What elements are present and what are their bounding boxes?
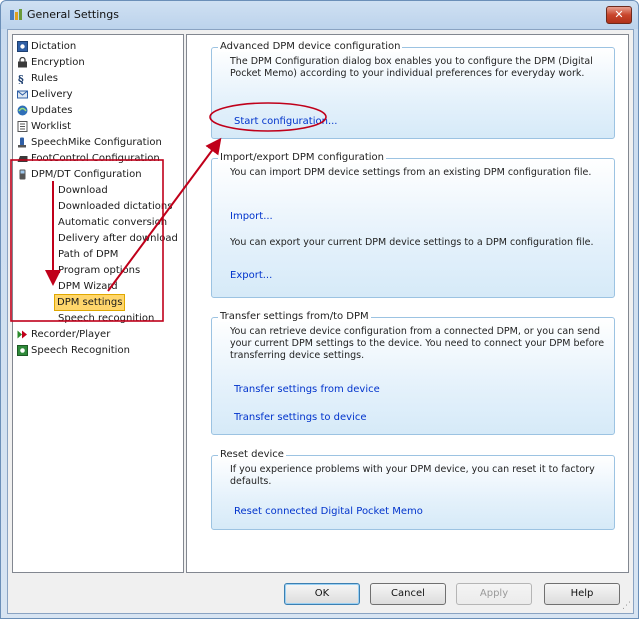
import-link[interactable]: Import... (230, 211, 273, 222)
tree-subitem-automatic-conversion[interactable]: Automatic conversion (58, 215, 167, 230)
window-title: General Settings (27, 8, 119, 21)
transfer-from-device-link[interactable]: Transfer settings from device (234, 384, 380, 395)
start-configuration-link[interactable]: Start configuration... (234, 116, 337, 127)
help-button[interactable]: Help (544, 583, 620, 605)
reset-description: If you experience problems with your DPM… (230, 464, 595, 487)
tree-subitem-downloaded-dictations[interactable]: Downloaded dictations (58, 199, 172, 214)
tree-item-label: DPM/DT Configuration (31, 169, 142, 180)
speechmike-icon (18, 137, 26, 148)
group-title: Advanced DPM device configuration (218, 41, 403, 52)
footcontrol-icon (17, 156, 28, 162)
transfer-to-device-link[interactable]: Transfer settings to device (234, 412, 367, 423)
tree-subitem-delivery-after-download[interactable]: Delivery after download (58, 231, 178, 246)
tree-subitem-download[interactable]: Download (58, 183, 108, 198)
group-description: The DPM Configuration dialog box enables… (230, 56, 593, 79)
tree-subitem-dpm-wizard[interactable]: DPM Wizard (58, 279, 118, 294)
tree-subitem-path-of-dpm[interactable]: Path of DPM (58, 247, 118, 262)
tree-item-label: SpeechMike Configuration (31, 137, 162, 148)
lock-icon (18, 57, 27, 68)
transfer-description: You can retrieve device configuration fr… (230, 326, 605, 361)
speech-recognition-icon (17, 345, 28, 356)
dpm-settings-panel: Advanced DPM device configuration The DP… (186, 34, 629, 573)
reset-dpm-link[interactable]: Reset connected Digital Pocket Memo (234, 506, 423, 517)
reset-device-group: Reset device If you experience problems … (211, 449, 615, 530)
tree-item-label: Dictation (31, 41, 77, 52)
import-export-group: Import/export DPM configuration You can … (211, 152, 615, 298)
import-description: You can import DPM device settings from … (230, 167, 592, 178)
play-icon (17, 330, 27, 339)
resize-grip[interactable]: ⋰ (622, 601, 631, 611)
ok-button[interactable]: OK (284, 583, 360, 605)
tree-subitem-dpm-settings[interactable]: DPM settings (54, 294, 126, 311)
rules-icon: § (18, 73, 24, 84)
group-title: Reset device (218, 449, 286, 460)
group-title: Import/export DPM configuration (218, 152, 386, 163)
tree-subitem-speech-recognition[interactable]: Speech recognition (58, 311, 154, 326)
advanced-dpm-group: Advanced DPM device configuration The DP… (211, 41, 615, 139)
tree-subitem-program-options[interactable]: Program options (58, 263, 140, 278)
general-settings-window: General Settings ✕ Dictation Encryption … (0, 0, 639, 619)
export-link[interactable]: Export... (230, 270, 272, 281)
dictation-icon (17, 41, 28, 52)
transfer-settings-group: Transfer settings from/to DPM You can re… (211, 311, 615, 435)
export-description: You can export your current DPM device s… (230, 237, 594, 248)
tree-item-label: Speech Recognition (31, 345, 130, 356)
cancel-button[interactable]: Cancel (370, 583, 446, 605)
close-button[interactable]: ✕ (606, 6, 632, 24)
title-bar[interactable]: General Settings ✕ (1, 1, 638, 29)
tree-item-label: Rules (31, 73, 58, 84)
dialog-client: Dictation Encryption § Rules Delivery Up… (7, 29, 634, 614)
group-title: Transfer settings from/to DPM (218, 311, 371, 322)
tree-item-label: Worklist (31, 121, 72, 132)
settings-app-icon (10, 9, 22, 20)
tree-item-label: Delivery (31, 89, 73, 100)
svg-text:§: § (18, 73, 24, 84)
tree-item-label: Updates (31, 105, 73, 116)
apply-button[interactable]: Apply (456, 583, 532, 605)
updates-icon (17, 105, 28, 116)
tree-item-label: Recorder/Player (31, 329, 111, 340)
delivery-icon (17, 90, 28, 99)
tree-item-label: FootControl Configuration (31, 153, 160, 164)
worklist-icon (17, 121, 28, 132)
tree-item-label: Encryption (31, 57, 85, 68)
settings-tree[interactable]: Dictation Encryption § Rules Delivery Up… (12, 34, 184, 573)
dpm-icon (19, 169, 26, 180)
